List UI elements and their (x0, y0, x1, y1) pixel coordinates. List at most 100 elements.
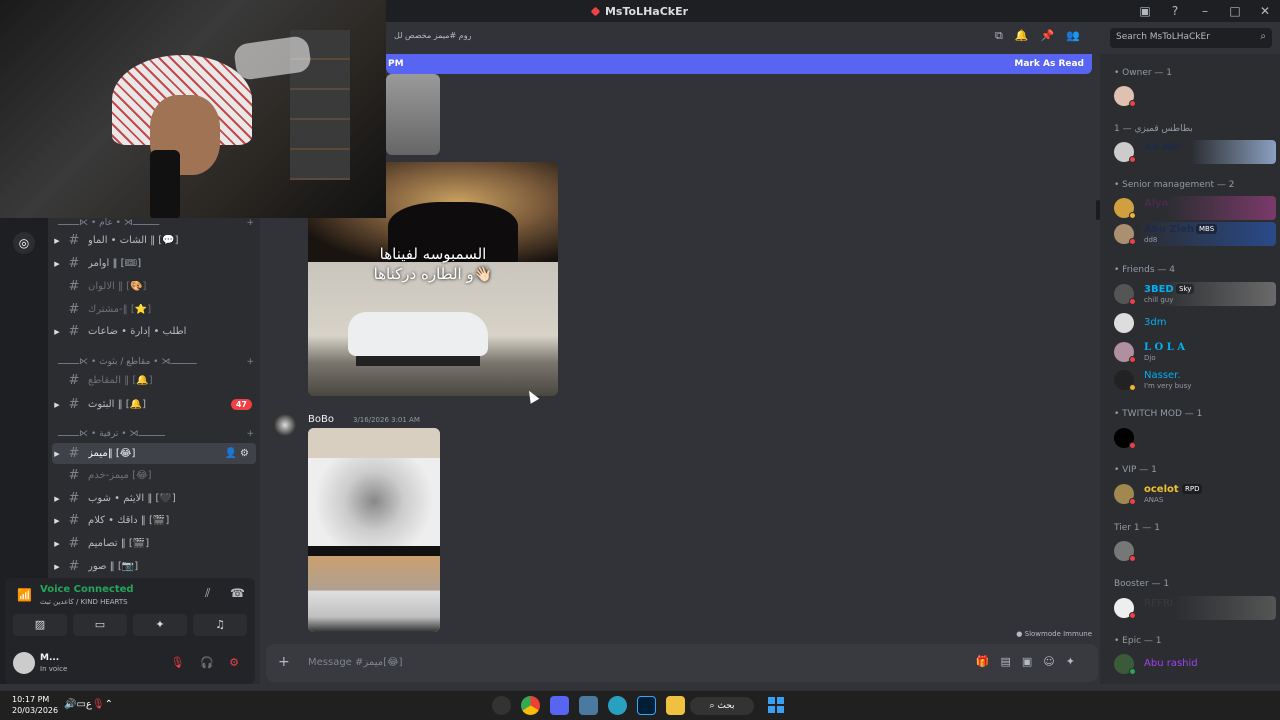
channel-item[interactable]: # المقاطع ‖ [🔔] (52, 370, 256, 391)
photoshop-icon[interactable] (637, 696, 656, 715)
category-entertainment[interactable]: ــــــــــ⋉ • ترفية • ⋊ــــــــ + (58, 429, 254, 439)
help-icon[interactable]: ? (1160, 4, 1190, 18)
title-text: MsToLHaCkEr (604, 4, 689, 18)
user-status: In voice (40, 665, 68, 673)
slowmode-indicator: ● Slowmode Immune (1016, 630, 1092, 638)
role-group-label: Booster — 1 (1114, 579, 1169, 589)
category-clips[interactable]: ــــــــــ⋉ • مقاطع / بثوث • ⋊ــــــــ + (58, 357, 254, 367)
member-item[interactable]: 3dm (1106, 311, 1276, 335)
discover-icon[interactable]: ◎ (13, 232, 35, 254)
category-general[interactable]: ــــــــــ⋉ • عام • ⋊ــــــــ + (58, 218, 254, 228)
system-clock[interactable]: 10:17 PM 20/03/2026 (12, 694, 58, 716)
new-messages-bar[interactable]: PM Mark As Read (386, 54, 1092, 74)
channel-item-active[interactable]: ▶ # ميمز‖ [😂] 👤⚙ (52, 443, 256, 464)
text-channel-icon: # (68, 468, 80, 483)
member-item[interactable]: REFRI (1106, 596, 1276, 620)
chevron-icon: ▶ (54, 516, 60, 525)
channel-name: المقاطع ‖ [🔔] (88, 375, 153, 386)
close-button[interactable]: ✕ (1250, 4, 1280, 18)
member-name: ocelot (1144, 484, 1179, 495)
member-item[interactable]: Nasser. I'm very busy (1106, 368, 1276, 392)
member-item[interactable]: Ab-Mir (1106, 140, 1276, 164)
disconnect-icon[interactable]: ☎ (230, 586, 245, 600)
add-channel-icon[interactable]: + (246, 357, 254, 367)
member-item[interactable] (1106, 539, 1276, 563)
caption-line: و الطاره دركناها👋🏻 (373, 265, 493, 283)
app-icon[interactable] (579, 696, 598, 715)
noise-suppression-icon[interactable]: ⫽ (205, 586, 210, 601)
composer-tool-icons[interactable]: 🎁▤▣☺✦ (976, 655, 1086, 668)
member-item[interactable]: Abu rashid (1106, 652, 1276, 676)
discord-icon[interactable] (550, 696, 569, 715)
avatar[interactable] (272, 412, 298, 438)
edge-icon[interactable] (608, 696, 627, 715)
attach-plus-icon[interactable]: + (278, 654, 290, 670)
maximize-button[interactable]: □ (1220, 4, 1250, 18)
message-author[interactable]: BoBo (308, 414, 334, 425)
file-explorer-icon[interactable] (666, 696, 685, 715)
channel-item[interactable]: ▶ # الايثم • شوب ‖ [🖤] (52, 488, 256, 509)
windows-start-icon[interactable] (768, 697, 784, 713)
member-item[interactable]: 3BED Sky chill guy (1106, 282, 1276, 306)
group-text: Senior management — 2 (1122, 180, 1235, 190)
obs-icon[interactable] (492, 696, 511, 715)
chrome-icon[interactable] (521, 696, 540, 715)
member-item[interactable]: Abu Zleh MBS dd8 (1106, 222, 1276, 246)
voice-channel-name[interactable]: كاعدين تبث / KIND HEARTS (40, 598, 128, 606)
channel-item[interactable]: ▶ # صور ‖ [📷] (52, 556, 256, 577)
username[interactable]: M... (40, 653, 59, 663)
system-tray[interactable]: 🔊▭ع🎙⌃ (64, 699, 113, 710)
role-group-label: Tier 1 — 1 (1114, 523, 1160, 533)
member-item[interactable] (1106, 426, 1276, 450)
role-group-label: بطاطس قميزي — 1 (1114, 124, 1193, 134)
channel-item[interactable]: # الالوان ‖ [🎨] (52, 276, 256, 297)
add-channel-icon[interactable]: + (246, 218, 254, 228)
mute-deafen-settings-icons[interactable]: 🎙 🎧 ⚙ (170, 656, 245, 669)
channel-item[interactable]: ▶ # البثوث ‖ [🔔] 47 (52, 394, 256, 415)
network-icon[interactable]: ▭ (76, 699, 85, 710)
channel-item[interactable]: # ميمز-خدم [😂] (52, 465, 256, 486)
soundboard-icon[interactable]: ♫ (193, 614, 247, 636)
role-group-label: • Friends — 4 (1114, 265, 1175, 275)
header-toolbar-icons[interactable]: ⧉🔔📌👥 (995, 29, 1092, 43)
message-composer[interactable]: + Message #ميمز[😂] 🎁▤▣☺✦ (266, 644, 1098, 682)
status-dot (1129, 212, 1136, 219)
member-item[interactable]: ocelot RPD ANAS (1106, 482, 1276, 506)
minimize-button[interactable]: – (1190, 4, 1220, 18)
member-item[interactable]: Alya (1106, 196, 1276, 220)
image-attachment[interactable] (386, 74, 440, 155)
avatar[interactable] (13, 652, 35, 674)
text-channel-icon: # (68, 513, 80, 528)
search-input[interactable]: Search MsToLHaCkEr ⌕ (1110, 28, 1272, 48)
channel-item[interactable]: ▶ # تصاميم ‖ [🎬] (52, 533, 256, 554)
camera-off-icon[interactable]: ▨ (13, 614, 67, 636)
volume-icon[interactable]: 🔊 (64, 699, 76, 710)
mic-icon[interactable]: 🎙 (92, 699, 105, 710)
mark-as-read-button[interactable]: Mark As Read (1014, 59, 1084, 69)
status-dot (1129, 442, 1136, 449)
add-channel-icon[interactable]: + (246, 429, 254, 439)
taskbar-search[interactable]: ⌕ بحث (690, 697, 754, 715)
screen-share-icon[interactable]: ▭ (73, 614, 127, 636)
inbox-icon[interactable]: ▣ (1130, 4, 1160, 18)
status-dot (1129, 555, 1136, 562)
voice-status[interactable]: Voice Connected (40, 584, 134, 595)
member-item[interactable]: L O L A Djo (1106, 340, 1276, 364)
image-top (308, 428, 440, 458)
member-item[interactable]: M... (1106, 84, 1276, 108)
activities-icon[interactable]: ✦ (133, 614, 187, 636)
channel-item[interactable]: ▶ # داقك • كلام ‖ [🎬] (52, 510, 256, 531)
slowmode-text: Slowmode Immune (1024, 630, 1092, 638)
member-name: L O L A (1144, 342, 1185, 353)
channel-topic[interactable]: روم #ميمز مخصص لل (394, 31, 471, 40)
meme-image[interactable] (308, 428, 440, 632)
channel-item[interactable]: ▶ # اطلب • إدارة • ضاعات (52, 321, 256, 342)
chevron-icon: ▶ (54, 562, 60, 571)
message-input[interactable]: Message #ميمز[😂] (308, 657, 403, 668)
channel-item[interactable]: # مشترك-‖ [⭐] (52, 299, 256, 320)
channel-item[interactable]: ▶ # الشات • الماو ‖ [💬] (52, 230, 256, 251)
group-text: Booster — 1 (1114, 579, 1170, 589)
tray-chevron-icon[interactable]: ⌃ (105, 699, 113, 710)
channel-settings-icons[interactable]: 👤⚙ (225, 448, 252, 459)
channel-item[interactable]: ▶ # اوامر ‖ [🎟] (52, 253, 256, 274)
